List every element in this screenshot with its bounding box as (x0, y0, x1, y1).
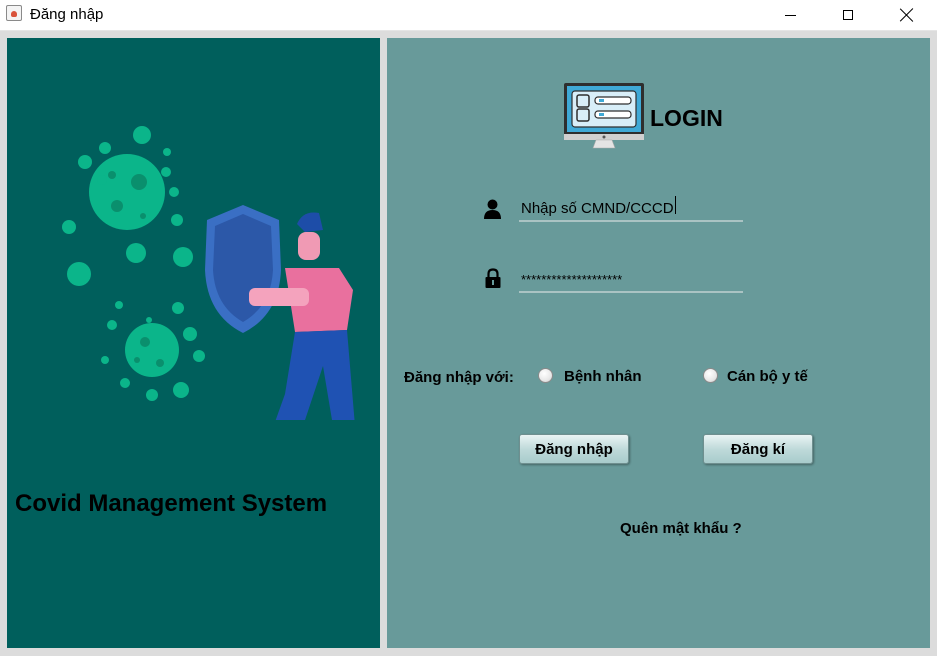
close-button[interactable] (878, 0, 936, 30)
password-input[interactable] (519, 267, 743, 293)
virus-and-shield-illustration (62, 126, 355, 420)
text-caret (675, 196, 676, 214)
app-title: Covid Management System (15, 490, 328, 517)
role-label: Đăng nhập với: (404, 369, 514, 386)
radio-medical-staff-label[interactable]: Cán bộ y tế (727, 368, 808, 385)
user-icon (484, 199, 501, 219)
brand-panel: Covid Management System (7, 38, 380, 648)
forgot-password-link[interactable]: Quên mật khẩu ? (620, 520, 742, 537)
radio-patient-label[interactable]: Bệnh nhân (564, 368, 642, 385)
virus-icon (62, 126, 193, 286)
login-heading: LOGIN (650, 105, 723, 131)
login-button[interactable]: Đăng nhập (519, 434, 629, 464)
window-title: Đăng nhập (30, 6, 104, 23)
lock-icon (485, 268, 501, 288)
minimize-button[interactable] (761, 0, 819, 30)
login-panel: LOGIN Đăng nhập với: Bệnh nhân Cán bộ y … (387, 38, 930, 648)
java-cup-icon (6, 5, 22, 21)
virus-icon (101, 301, 205, 401)
minimize-icon (784, 14, 796, 16)
radio-medical-staff[interactable] (703, 368, 718, 383)
register-button[interactable]: Đăng kí (703, 434, 813, 464)
maximize-button[interactable] (819, 0, 877, 30)
radio-patient[interactable] (538, 368, 553, 383)
id-number-input[interactable] (519, 196, 743, 222)
title-bar: Đăng nhập (0, 0, 937, 31)
close-icon (900, 8, 914, 22)
computer-login-icon (564, 83, 644, 149)
maximize-icon (843, 10, 853, 20)
